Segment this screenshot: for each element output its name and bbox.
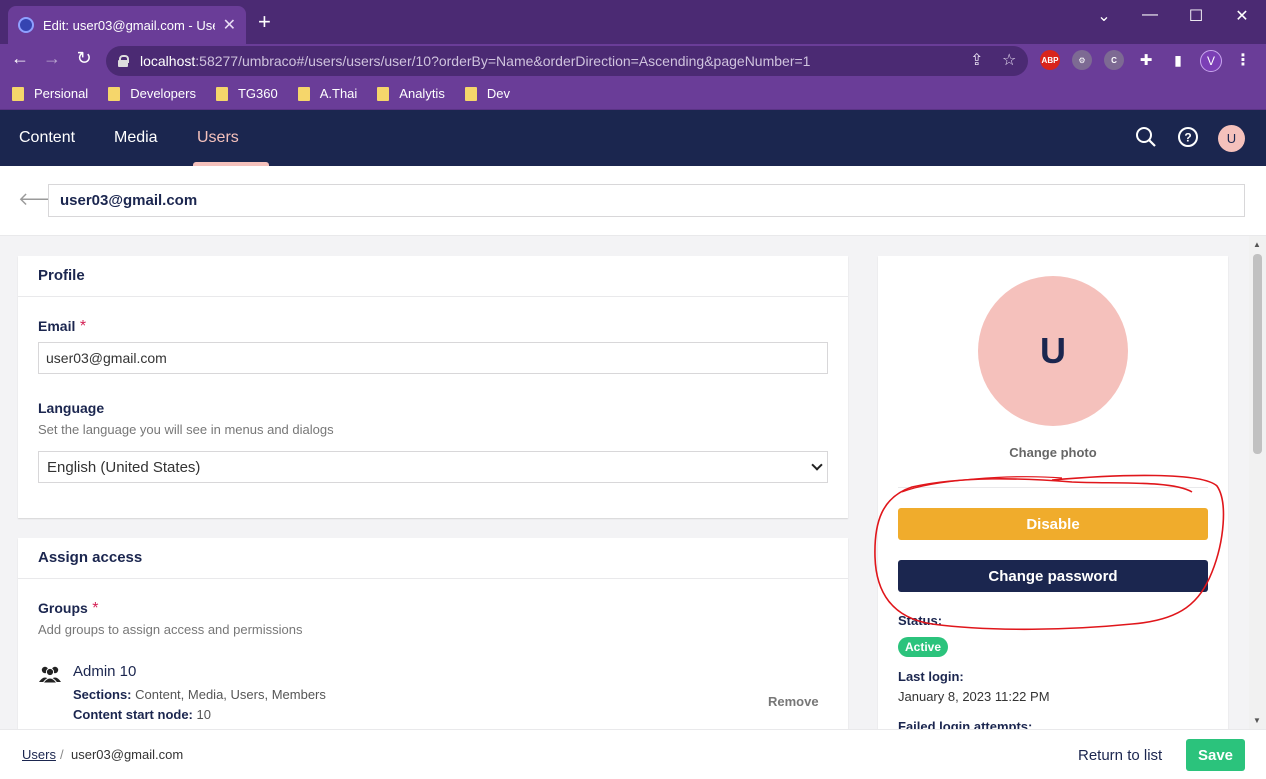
- disable-button[interactable]: Disable: [898, 508, 1208, 540]
- failed-login-label: Failed login attempts:: [898, 719, 1033, 729]
- minimize-icon[interactable]: —: [1140, 6, 1160, 24]
- editor-header: 🡐: [0, 166, 1266, 236]
- user-name-input[interactable]: [48, 184, 1245, 217]
- scroll-up-icon[interactable]: ▲: [1253, 240, 1261, 249]
- last-login-value: January 8, 2023 11:22 PM: [898, 689, 1050, 704]
- section-media[interactable]: Media: [114, 110, 158, 166]
- current-user-avatar[interactable]: U: [1218, 125, 1245, 152]
- profile-title: Profile: [18, 256, 848, 297]
- bookmark-dev[interactable]: Dev: [464, 86, 510, 101]
- group-name: Admin 10: [73, 663, 137, 680]
- close-tab-icon[interactable]: ✕: [223, 15, 236, 35]
- folder-icon: [297, 86, 310, 101]
- language-select[interactable]: English (United States): [38, 451, 828, 483]
- scroll-thumb[interactable]: [1253, 254, 1262, 454]
- breadcrumb-users-link[interactable]: Users: [22, 747, 56, 762]
- help-icon[interactable]: ?: [1177, 126, 1199, 153]
- lock-icon: [118, 55, 129, 67]
- bookmark-athai[interactable]: A.Thai: [297, 86, 357, 101]
- group-sections: Sections: Content, Media, Users, Members: [73, 687, 326, 702]
- folder-icon: [12, 86, 24, 101]
- divider: [898, 487, 1208, 488]
- browser-profile-avatar[interactable]: V: [1200, 50, 1222, 72]
- menu-kebab-icon[interactable]: ⋮: [1233, 50, 1253, 70]
- svg-text:?: ?: [1184, 131, 1191, 145]
- reload-icon[interactable]: ↻: [72, 48, 96, 69]
- search-icon[interactable]: [1135, 126, 1157, 153]
- return-to-list-button[interactable]: Return to list: [1068, 740, 1172, 770]
- user-info-panel: U Change photo Disable Change password S…: [878, 256, 1228, 729]
- profile-panel: Profile Email * Language Set the languag…: [18, 256, 848, 518]
- maximize-icon[interactable]: ☐: [1186, 6, 1206, 26]
- status-badge: Active: [898, 637, 949, 657]
- share-icon[interactable]: ⇪: [970, 50, 983, 70]
- assign-access-panel: Assign access Groups * Add groups to ass…: [18, 538, 848, 729]
- folder-icon: [108, 86, 121, 101]
- page-scrollbar[interactable]: ▲ ▼: [1249, 236, 1266, 729]
- editor-footer: Users / user03@gmail.com Return to list …: [0, 729, 1266, 779]
- folder-icon: [215, 86, 228, 101]
- required-mark: *: [79, 318, 87, 335]
- browser-tabstrip: Edit: user03@gmail.com - Users - ✕ + ⌄ —…: [0, 0, 1266, 44]
- required-mark: *: [92, 600, 99, 617]
- section-content[interactable]: Content: [19, 110, 75, 166]
- remove-group-button[interactable]: Remove: [768, 694, 819, 709]
- close-window-icon[interactable]: ✕: [1232, 6, 1252, 26]
- breadcrumb-current: user03@gmail.com: [71, 747, 184, 762]
- status-label: Status:: [898, 613, 943, 628]
- email-label-wrap: Email *: [38, 318, 86, 336]
- tab-search-icon[interactable]: ⌄: [1094, 6, 1114, 26]
- back-icon[interactable]: ←: [8, 48, 32, 69]
- groups-description: Add groups to assign access and permissi…: [38, 622, 303, 637]
- language-label: Language: [38, 400, 105, 416]
- groups-label: Groups: [38, 600, 88, 616]
- group-start-node: Content start node: 10: [73, 707, 211, 722]
- email-label: Email: [38, 318, 76, 334]
- browser-tab[interactable]: Edit: user03@gmail.com - Users - ✕: [8, 6, 246, 44]
- bookmarks-bar: Persional Developers TG360 A.Thai Analyt…: [0, 78, 1266, 110]
- assign-access-title: Assign access: [18, 538, 848, 579]
- bookmark-analytis[interactable]: Analytis: [377, 86, 445, 101]
- forward-icon[interactable]: →: [40, 48, 64, 69]
- gear-extension-icon[interactable]: ⚙: [1072, 50, 1092, 70]
- adblock-extension-icon[interactable]: ABP: [1040, 50, 1060, 70]
- language-description: Set the language you will see in menus a…: [38, 422, 334, 437]
- scroll-down-icon[interactable]: ▼: [1253, 716, 1261, 725]
- umbraco-header: Content Media Users: [0, 110, 1266, 166]
- groups-label-wrap: Groups *: [38, 600, 98, 618]
- folder-icon: [377, 86, 390, 101]
- bookmark-persional[interactable]: Persional: [12, 86, 88, 101]
- folder-icon: [464, 86, 477, 101]
- email-input[interactable]: [38, 342, 828, 374]
- change-password-button[interactable]: Change password: [898, 560, 1208, 592]
- last-login-label: Last login:: [898, 669, 964, 684]
- bookmark-developers[interactable]: Developers: [108, 86, 196, 101]
- change-photo-button[interactable]: Change photo: [878, 445, 1228, 460]
- breadcrumb-separator: /: [60, 747, 64, 762]
- address-bar[interactable]: localhost:58277/umbraco#/users/users/use…: [106, 46, 1028, 76]
- puzzle-extensions-icon[interactable]: ✚: [1136, 50, 1156, 70]
- extension-icon[interactable]: C: [1104, 50, 1124, 70]
- bookmark-star-icon[interactable]: ☆: [1002, 50, 1016, 70]
- url-host: localhost: [140, 53, 196, 69]
- bookmark-tg360[interactable]: TG360: [215, 86, 278, 101]
- user-avatar: U: [978, 276, 1128, 426]
- umbraco-favicon-icon: [18, 17, 34, 33]
- users-group-icon: [38, 665, 62, 688]
- save-button[interactable]: Save: [1186, 739, 1245, 771]
- new-tab-button[interactable]: +: [258, 11, 271, 33]
- side-panel-icon[interactable]: ▮: [1168, 50, 1188, 70]
- tab-title: Edit: user03@gmail.com - Users -: [43, 17, 215, 33]
- section-users[interactable]: Users: [193, 110, 269, 166]
- url-path: :58277/umbraco#/users/users/user/10?orde…: [195, 53, 811, 69]
